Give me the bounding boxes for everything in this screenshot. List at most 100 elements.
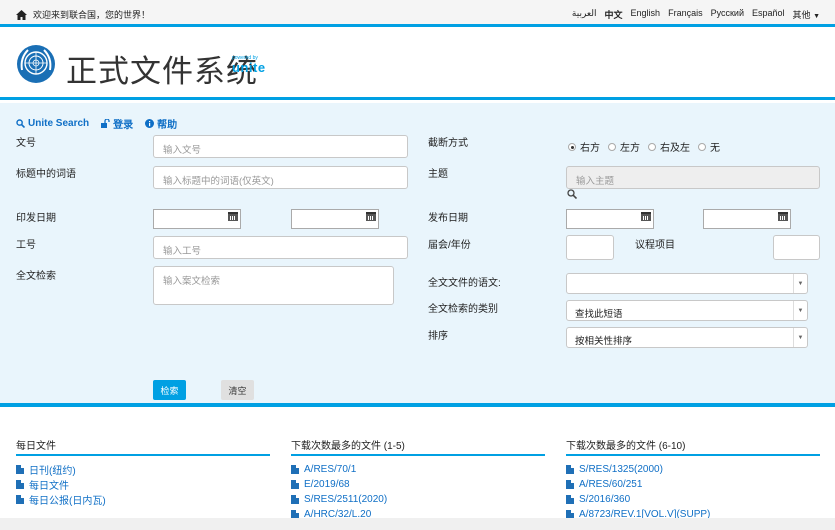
job-no-placeholder: 输入工号	[163, 246, 202, 257]
home-link[interactable]: 欢迎来到联合国，您的世界！	[16, 8, 150, 21]
calendar-icon[interactable]	[366, 212, 376, 221]
search-icon	[16, 119, 25, 128]
radio-dot	[698, 142, 706, 151]
fulltext-textarea[interactable]: 输入案文检索	[153, 266, 394, 305]
fulltext-lang-label: 全文文件的语文:	[428, 278, 501, 289]
home-icon	[16, 9, 27, 20]
info-icon	[145, 119, 155, 128]
title-words-label: 标题中的词语	[16, 169, 76, 180]
title-words-input[interactable]: 输入标题中的词语(仅英文)	[153, 166, 408, 189]
login-label: 登录	[113, 120, 134, 131]
symbol-label: 文号	[16, 138, 36, 149]
clear-button[interactable]: 清空	[221, 380, 254, 400]
truncation-radio-left[interactable]: 左方	[608, 139, 640, 154]
calendar-icon[interactable]	[228, 212, 238, 221]
list-item-label: 日刊(纽约)	[29, 466, 76, 477]
list-item[interactable]: S/2016/360	[566, 492, 820, 507]
lang-more-label: 其他	[792, 10, 811, 20]
release-date-label: 发布日期	[428, 213, 468, 224]
list-item-label: E/2019/68	[304, 479, 350, 490]
lang-more[interactable]: 其他 ▼	[793, 8, 820, 21]
fulltext-placeholder: 输入案文检索	[163, 276, 221, 287]
calendar-icon[interactable]	[641, 212, 651, 221]
truncation-radio-none[interactable]: 无	[698, 139, 720, 154]
radio-dot	[568, 142, 576, 151]
login-link[interactable]: 登录	[101, 116, 133, 131]
chevron-down-icon: ▼	[793, 301, 807, 320]
agenda-input[interactable]	[773, 235, 820, 260]
sort-select[interactable]: 按相关性排序 ▼	[566, 327, 808, 348]
fulltext-lang-select[interactable]: ▼	[566, 273, 808, 294]
chevron-down-icon: ▼	[813, 13, 820, 20]
bottom-strip	[0, 518, 835, 530]
session-input[interactable]	[566, 235, 614, 260]
document-icon	[291, 465, 299, 474]
list-item[interactable]: A/RES/60/251	[566, 477, 820, 492]
lang-russian[interactable]: Русский	[711, 8, 744, 21]
list-item-label: 每日公报(日内瓦)	[29, 496, 106, 507]
radio-label: 左方	[620, 143, 640, 154]
fulltext-type-label: 全文检索的类别	[428, 304, 498, 315]
document-icon	[566, 495, 574, 504]
sort-label: 排序	[428, 331, 448, 342]
release-date-to-input[interactable]	[703, 209, 791, 229]
list-item[interactable]: A/RES/70/1	[291, 462, 545, 477]
subject-input[interactable]: 输入主题	[566, 166, 820, 189]
truncation-radio-group: 右方 左方 右及左 无	[568, 139, 720, 154]
job-no-label: 工号	[16, 240, 36, 251]
search-button[interactable]: 检索	[153, 380, 186, 400]
unite-search-link[interactable]: Unite Search	[16, 116, 89, 131]
lang-english[interactable]: English	[631, 8, 661, 21]
help-label: 帮助	[157, 120, 178, 131]
list-item[interactable]: E/2019/68	[291, 477, 545, 492]
top-downloads-1-list: A/RES/70/1 E/2019/68 S/RES/2511(2020) A/…	[291, 462, 545, 522]
truncation-radio-both[interactable]: 右及左	[648, 139, 690, 154]
list-item-label: 每日文件	[29, 481, 69, 492]
un-emblem-logo[interactable]	[16, 44, 56, 84]
lang-arabic[interactable]: العربية	[572, 8, 597, 21]
daily-documents-list: 日刊(纽约) 每日文件 每日公报(日内瓦)	[16, 462, 270, 507]
symbol-placeholder: 输入文号	[163, 145, 202, 156]
lang-spanish[interactable]: Español	[752, 8, 785, 21]
list-item-label: S/2016/360	[579, 494, 631, 505]
pub-date-to-input[interactable]	[291, 209, 379, 229]
fulltext-label: 全文检索	[16, 271, 56, 282]
list-item-label: S/RES/1325(2000)	[579, 464, 663, 475]
radio-dot	[648, 142, 656, 151]
job-no-input[interactable]: 输入工号	[153, 236, 408, 259]
document-icon	[566, 465, 574, 474]
sort-value: 按相关性排序	[575, 336, 633, 347]
list-item[interactable]: S/RES/1325(2000)	[566, 462, 820, 477]
truncation-label: 截断方式	[428, 138, 468, 149]
list-item[interactable]: S/RES/2511(2020)	[291, 492, 545, 507]
lang-french[interactable]: Français	[668, 8, 703, 21]
symbol-input[interactable]: 输入文号	[153, 135, 408, 158]
search-panel: Unite Search 登录 帮助 文号 输入文号 标题中的词语 输入标题中的…	[0, 103, 835, 407]
header-links: Unite Search 登录 帮助	[16, 116, 177, 131]
document-icon	[16, 495, 24, 504]
list-item[interactable]: 每日文件	[16, 477, 270, 492]
fulltext-type-value: 查找此短语	[575, 309, 623, 320]
language-switcher: العربية 中文 English Français Русский Espa…	[572, 8, 820, 21]
help-link[interactable]: 帮助	[145, 116, 177, 131]
search-icon[interactable]	[567, 189, 577, 199]
subject-label: 主题	[428, 169, 448, 180]
daily-documents-title: 每日文件	[16, 437, 270, 456]
top-downloads-1-title: 下载次数最多的文件 (1-5)	[291, 437, 545, 456]
site-header: 正式文件系统 powered by unite	[0, 30, 835, 100]
list-item[interactable]: 日刊(纽约)	[16, 462, 270, 477]
pub-date-from-input[interactable]	[153, 209, 241, 229]
document-icon	[566, 480, 574, 489]
unite-logo: unite	[232, 60, 266, 75]
truncation-radio-right[interactable]: 右方	[568, 139, 600, 154]
radio-label: 无	[710, 143, 720, 154]
release-date-from-input[interactable]	[566, 209, 654, 229]
welcome-text: 欢迎来到联合国，您的世界！	[33, 10, 151, 20]
fulltext-type-select[interactable]: 查找此短语 ▼	[566, 300, 808, 321]
calendar-icon[interactable]	[778, 212, 788, 221]
lang-chinese[interactable]: 中文	[605, 8, 623, 21]
list-item[interactable]: 每日公报(日内瓦)	[16, 492, 270, 507]
unite-search-label: Unite Search	[28, 118, 90, 129]
title-words-placeholder: 输入标题中的词语(仅英文)	[163, 176, 274, 187]
radio-label: 右及左	[660, 143, 690, 154]
